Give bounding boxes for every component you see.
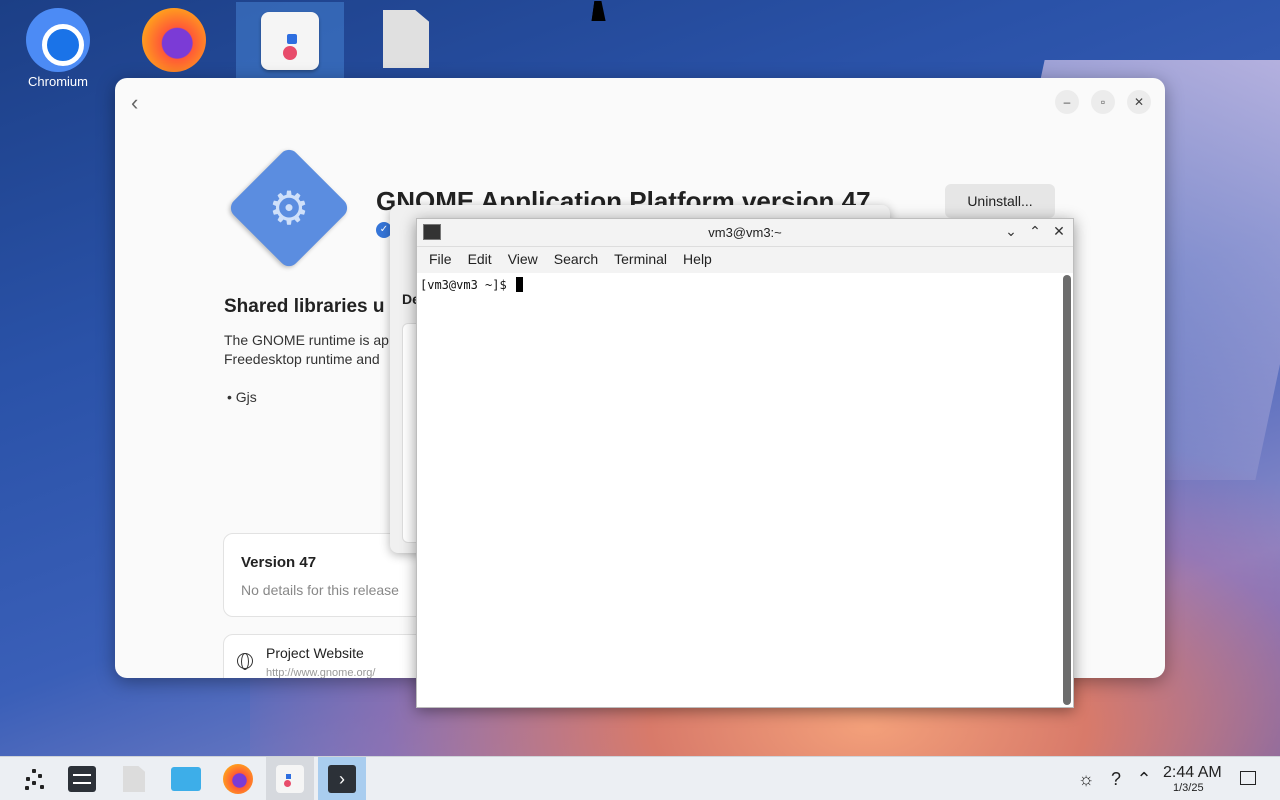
firefox-icon (142, 8, 206, 72)
brightness-icon[interactable]: ☼ (1074, 757, 1098, 800)
software-store-icon (261, 12, 319, 70)
taskbar-file-manager[interactable] (162, 757, 210, 800)
minimize-button[interactable]: – (1055, 90, 1079, 114)
prompt-text: [vm3@vm3 ~]$ (420, 278, 514, 292)
window-controls: – ▫ ✕ (1055, 90, 1151, 114)
taskbar-document[interactable] (110, 757, 158, 800)
taskbar: › ☼ ? ⌃ 2:44 AM 1/3/25 (0, 756, 1280, 800)
close-button[interactable]: ✕ (1127, 90, 1151, 114)
desktop-icon-software[interactable] (236, 2, 344, 78)
version-title: Version 47 (241, 554, 317, 571)
terminal-titlebar[interactable]: vm3@vm3:~ ⌄ ⌃ ✕ (417, 219, 1073, 247)
description-line: The GNOME runtime is ap (224, 332, 389, 348)
menu-view[interactable]: View (500, 247, 546, 273)
mouse-pointer-icon (591, 1, 609, 21)
help-icon[interactable]: ? (1104, 757, 1128, 800)
app-launcher-button[interactable] (10, 757, 58, 800)
firefox-icon (223, 764, 253, 794)
menu-terminal[interactable]: Terminal (606, 247, 675, 273)
desktop-icon-chromium[interactable]: Chromium (8, 2, 108, 94)
desktop-icon-firefox[interactable] (124, 2, 224, 76)
terminal-menubar: File Edit View Search Terminal Help (417, 247, 1073, 273)
maximize-button[interactable]: ▫ (1091, 90, 1115, 114)
file-icon (383, 10, 429, 68)
terminal-window-controls: ⌄ ⌃ ✕ (1003, 223, 1067, 240)
taskbar-software[interactable] (266, 757, 314, 800)
file-manager-icon (171, 767, 201, 791)
desktop-icon-label: Chromium (28, 74, 88, 89)
app-launcher-icon (23, 768, 45, 790)
taskbar-firefox[interactable] (214, 757, 262, 800)
terminal-output[interactable]: [vm3@vm3 ~]$ (417, 273, 1059, 707)
minimize-button[interactable]: ⌄ (1003, 223, 1019, 240)
maximize-button[interactable]: ⌃ (1027, 223, 1043, 240)
clock-time[interactable]: 2:44 AM (1163, 764, 1222, 782)
menu-search[interactable]: Search (546, 247, 606, 273)
software-store-icon (276, 765, 304, 793)
project-website-label: Project Website (266, 645, 364, 661)
menu-edit[interactable]: Edit (460, 247, 500, 273)
show-desktop-icon[interactable] (1240, 771, 1256, 785)
terminal-title: vm3@vm3:~ (708, 225, 782, 240)
project-website-url[interactable]: http://www.gnome.org/ (266, 667, 375, 678)
uninstall-button[interactable]: Uninstall... (945, 184, 1055, 218)
chromium-icon (26, 8, 90, 72)
terminal-window: vm3@vm3:~ ⌄ ⌃ ✕ File Edit View Search Te… (416, 218, 1074, 708)
taskbar-terminal[interactable]: › (318, 757, 366, 800)
menu-help[interactable]: Help (675, 247, 720, 273)
version-note: No details for this release (241, 582, 399, 598)
component-bullet: • Gjs (227, 389, 257, 405)
terminal-prompt: [vm3@vm3 ~]$ (420, 277, 523, 292)
description-line: Freedesktop runtime and (224, 351, 380, 367)
terminal-icon: › (328, 765, 356, 793)
desktop-icon-file[interactable] (356, 2, 456, 76)
gear-icon: ⚙ (268, 182, 310, 234)
close-button[interactable]: ✕ (1051, 223, 1067, 240)
description-heading: Shared libraries u (224, 296, 385, 317)
menu-file[interactable]: File (421, 247, 460, 273)
text-cursor (515, 277, 523, 292)
expand-tray-icon[interactable]: ⌃ (1132, 757, 1156, 800)
system-settings-icon (68, 766, 96, 792)
document-icon (123, 766, 145, 792)
taskbar-system-settings[interactable] (58, 757, 106, 800)
clock-date[interactable]: 1/3/25 (1173, 782, 1204, 794)
globe-icon (237, 653, 253, 670)
back-chevron-icon[interactable]: ‹ (131, 90, 138, 116)
terminal-scrollbar[interactable] (1063, 275, 1071, 705)
